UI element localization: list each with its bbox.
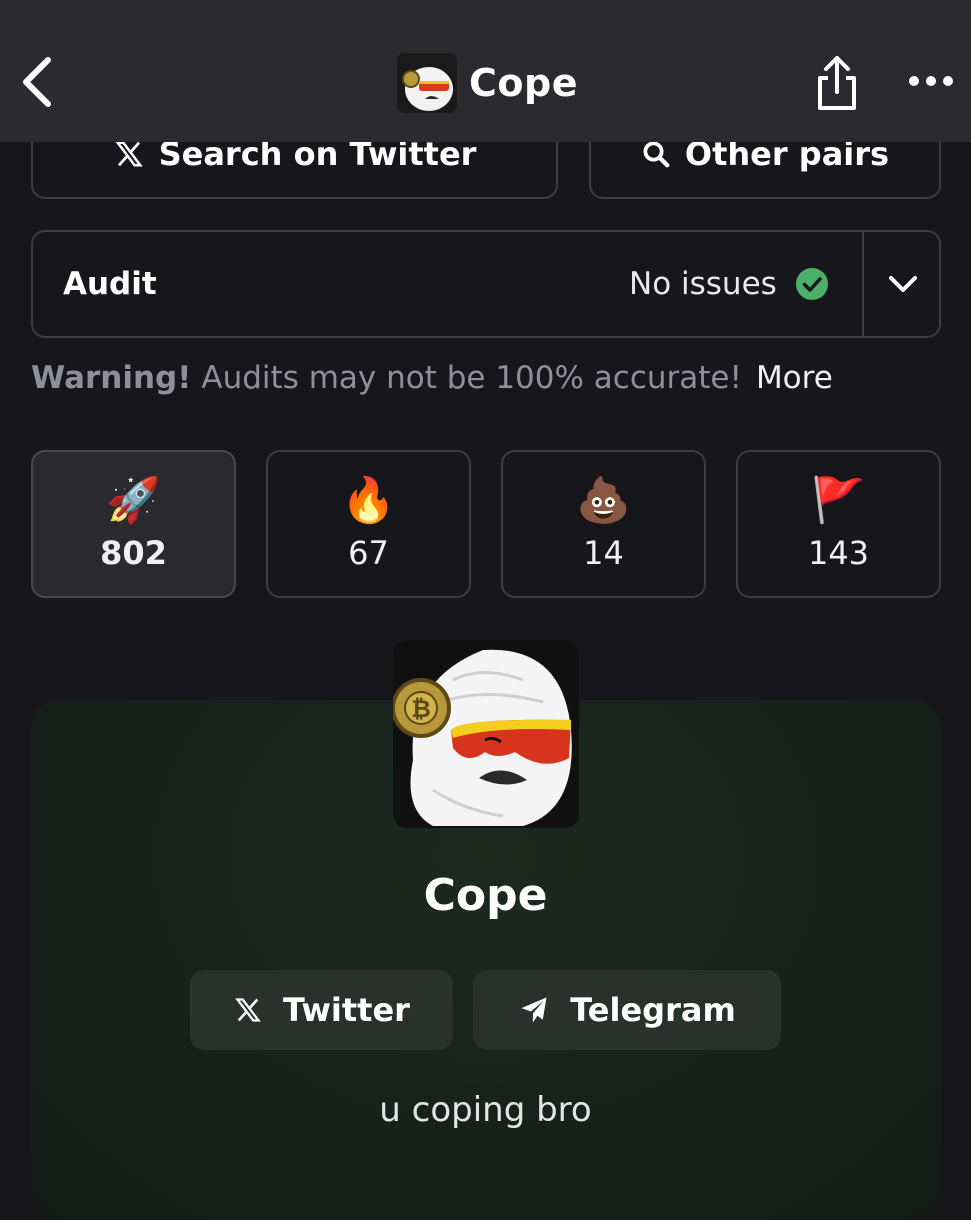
chevron-down-icon [888,276,917,292]
audit-panel[interactable]: Audit No issues [31,230,941,338]
svg-text:₿: ₿ [411,695,431,723]
poop-icon: 💩 [576,475,631,526]
audit-status: No issues [629,232,829,336]
token-description: u coping bro [379,1090,592,1130]
share-icon [818,56,856,110]
search-icon [643,141,670,168]
header-title: Cope [397,52,578,114]
warning-label: Warning! [31,360,192,396]
audit-warning: Warning! Audits may not be 100% accurate… [31,356,833,400]
reaction-count: 67 [348,534,389,572]
reaction-count: 802 [100,534,167,572]
reaction-fire[interactable]: 🔥 67 [266,450,471,598]
reaction-red-flag[interactable]: 🚩 143 [736,450,941,598]
token-logo: ₿ [393,640,579,828]
reaction-count: 14 [583,534,624,572]
chevron-left-icon [23,57,51,107]
audit-label: Audit [63,266,157,302]
more-button[interactable] [905,66,957,96]
audit-status-text: No issues [629,266,777,302]
twitter-link-button[interactable]: Twitter [190,970,453,1050]
back-button[interactable] [14,52,64,112]
app-header: Cope [0,0,971,142]
telegram-link-button[interactable]: Telegram [473,970,781,1050]
warning-text: Audits may not be 100% accurate! [201,360,742,396]
reaction-poop[interactable]: 💩 14 [501,450,706,598]
telegram-icon [521,997,547,1023]
fire-icon: 🔥 [341,475,396,526]
token-name: Cope [423,870,548,921]
red-flag-icon: 🚩 [811,475,866,526]
check-circle-icon [795,268,828,300]
share-button[interactable] [812,52,862,114]
warning-more-link[interactable]: More [756,360,833,396]
x-logo-icon [114,141,143,167]
page-title: Cope [469,61,578,105]
x-logo-icon [235,998,261,1022]
telegram-link-label: Telegram [570,991,736,1029]
token-logo-small [397,53,457,113]
reaction-count: 143 [807,534,870,572]
audit-expand-toggle[interactable] [864,232,941,336]
rocket-icon: 🚀 [106,475,161,526]
more-horizontal-icon [909,76,953,86]
twitter-link-label: Twitter [283,991,410,1029]
reaction-rocket[interactable]: 🚀 802 [31,450,236,598]
